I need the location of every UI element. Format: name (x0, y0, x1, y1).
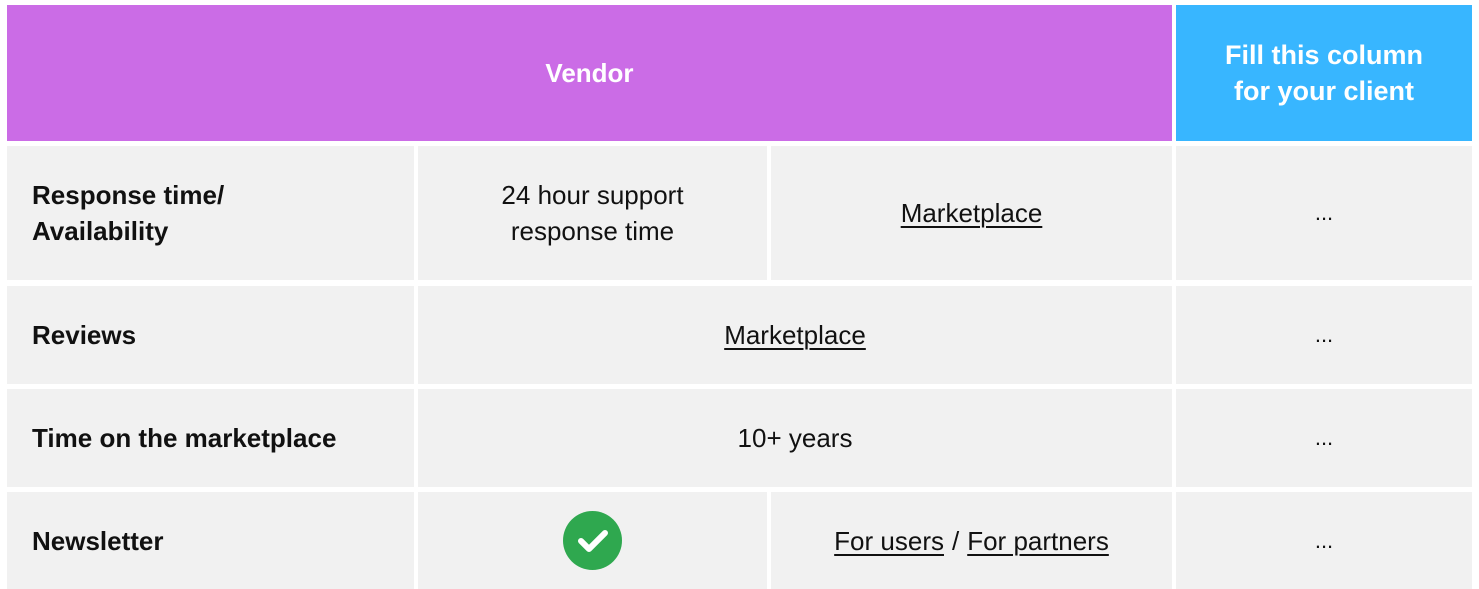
vendor-header: Vendor (7, 5, 1172, 141)
check-circle-icon (563, 511, 622, 570)
marketplace-link[interactable]: Marketplace (901, 195, 1043, 231)
client-cell-time-on-marketplace[interactable]: ... (1176, 389, 1472, 487)
newsletter-links-cell: For users / For partners (771, 492, 1172, 589)
for-partners-link[interactable]: For partners (967, 526, 1109, 556)
newsletter-check-cell (418, 492, 767, 589)
client-cell-response-time[interactable]: ... (1176, 146, 1472, 280)
client-cell-newsletter[interactable]: ... (1176, 492, 1472, 589)
row-label-newsletter: Newsletter (7, 492, 414, 589)
client-header-label: Fill this column for your client (1224, 40, 1423, 106)
for-users-link[interactable]: For users (834, 526, 944, 556)
row-label-response-time: Response time/ Availability (7, 146, 414, 280)
link-separator: / (951, 525, 960, 556)
row-label-reviews: Reviews (7, 286, 414, 384)
time-on-marketplace-value: 10+ years (418, 389, 1172, 487)
comparison-table: Vendor Fill this column for your client … (0, 0, 1479, 589)
client-header: Fill this column for your client (1176, 5, 1472, 141)
reviews-link-cell: Marketplace (418, 286, 1172, 384)
response-time-link-cell: Marketplace (771, 146, 1172, 280)
row-label-time-on-marketplace: Time on the marketplace (7, 389, 414, 487)
reviews-marketplace-link[interactable]: Marketplace (724, 317, 866, 353)
vendor-header-label: Vendor (545, 58, 634, 88)
client-cell-reviews[interactable]: ... (1176, 286, 1472, 384)
response-time-value: 24 hour support response time (418, 146, 767, 280)
